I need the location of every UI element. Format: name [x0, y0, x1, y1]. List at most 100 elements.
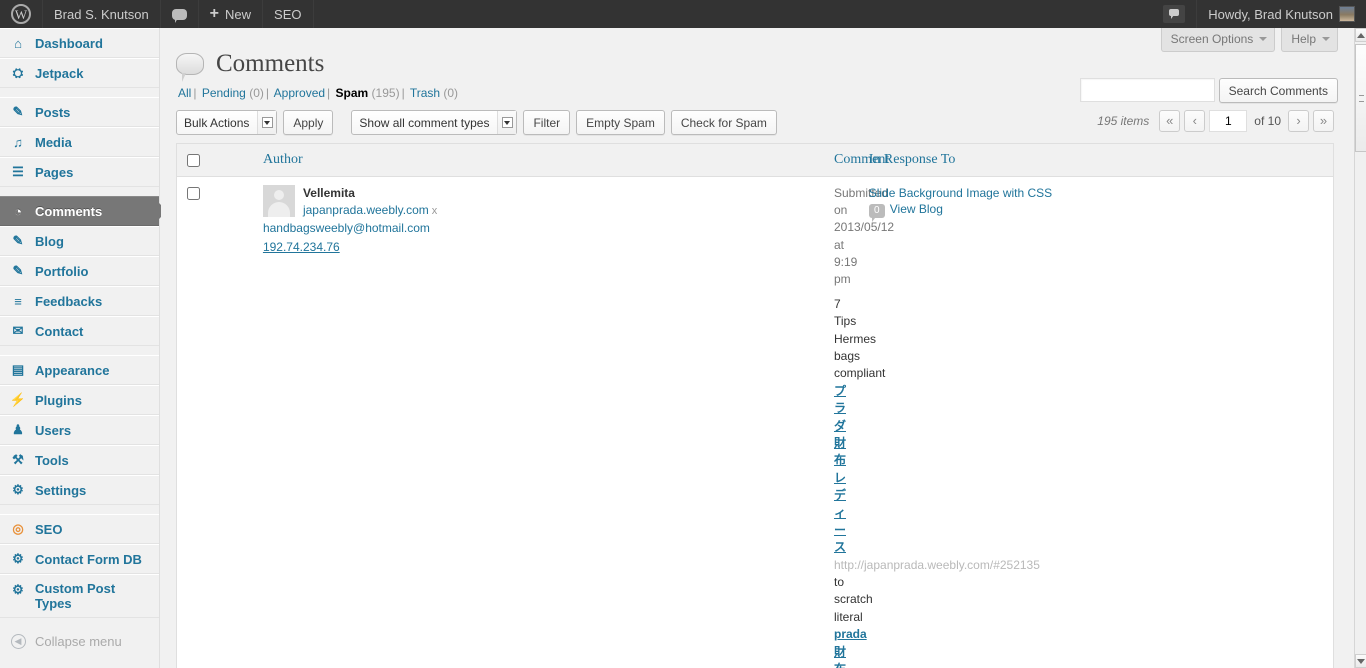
filter-link-spam[interactable]: Spam: [336, 86, 369, 100]
portfolio-pin-icon: ✎: [12, 263, 24, 278]
sidebar-item-jetpack[interactable]: ⛭ Jetpack: [0, 58, 159, 88]
select-all-checkbox[interactable]: [187, 153, 200, 167]
sidebar-item-tools[interactable]: ⚒ Tools: [0, 445, 159, 475]
gear-icon: ⚙: [12, 582, 24, 597]
comment-moderation-icon: [1163, 5, 1186, 23]
search-comments-button[interactable]: Search Comments: [1218, 78, 1338, 103]
collapse-menu-button[interactable]: ◀ Collapse menu: [0, 626, 159, 656]
wp-logo-menu[interactable]: W: [0, 0, 43, 28]
check-for-spam-button[interactable]: Check for Spam: [670, 110, 777, 135]
row-select-cell: [177, 176, 256, 668]
main-content-wrap: Screen Options Help Comments All | Pendin…: [161, 28, 1354, 668]
search-input[interactable]: [1079, 78, 1215, 102]
sidebar-item-label: Portfolio: [35, 263, 89, 279]
search-box: Search Comments: [1079, 78, 1338, 103]
settings-icon: ⚙: [12, 482, 24, 497]
scrollbar-up-button[interactable]: [1355, 28, 1366, 42]
table-header-row: Author Comment In Response To: [176, 143, 1334, 177]
sidebar-item-custom-post-types[interactable]: ⚙ Custom Post Types: [0, 574, 159, 618]
column-header-author[interactable]: Author: [255, 143, 827, 177]
howdy-label: Howdy, Brad Knutson: [1208, 6, 1333, 22]
comment-link[interactable]: http://japanprada.weebly.com/#252135: [834, 558, 1040, 572]
last-page-button[interactable]: »: [1313, 109, 1334, 132]
spam-count: (195): [371, 85, 400, 100]
chevron-down-icon: [1322, 37, 1330, 41]
sidebar-item-comments[interactable]: ◔ Comments: [0, 196, 167, 226]
empty-spam-button[interactable]: Empty Spam: [576, 110, 665, 135]
author-ip-link[interactable]: 192.74.234.76: [263, 237, 820, 256]
response-post-link[interactable]: Slide Background Image with CSS: [869, 185, 1326, 201]
adminbar-new-content[interactable]: + New: [199, 0, 264, 28]
table-body: Vellemita japanprada.weebly.com x handbagsw…: [177, 176, 1334, 668]
comment-link[interactable]: プラダ 財布 レディース: [834, 384, 846, 555]
adminbar-moderation-flag[interactable]: [1152, 0, 1198, 28]
comment-bubble-icon: [176, 52, 204, 82]
column-header-comment[interactable]: Comment: [826, 143, 889, 177]
sidebar-item-feedbacks[interactable]: ≡ Feedbacks: [0, 286, 159, 316]
sidebar-item-posts[interactable]: ✎ Posts: [0, 97, 159, 127]
trash-count: (0): [443, 85, 459, 100]
sidebar-item-portfolio[interactable]: ✎ Portfolio: [0, 256, 159, 286]
current-page-input[interactable]: [1209, 109, 1248, 132]
collapse-menu-label: Collapse menu: [35, 633, 122, 649]
page-title-text: Comments: [216, 50, 325, 77]
sidebar-item-appearance[interactable]: ▤ Appearance: [0, 355, 159, 385]
sidebar-item-label: Tools: [35, 452, 69, 468]
sidebar-item-label: Jetpack: [35, 65, 84, 81]
filter-link-pending[interactable]: Pending: [202, 86, 246, 100]
author-unlink-button[interactable]: x: [429, 205, 438, 217]
sidebar-item-dashboard[interactable]: ⌂ Dashboard: [0, 28, 159, 58]
pages-icon: ☰: [12, 164, 24, 179]
first-page-button[interactable]: «: [1159, 109, 1181, 132]
sidebar-item-blog[interactable]: ✎ Blog: [0, 226, 159, 256]
chevron-down-icon: [257, 111, 277, 134]
feedbacks-icon: ≡: [14, 293, 22, 309]
author-email-link[interactable]: handbagsweebly@hotmail.com: [263, 220, 820, 237]
apply-button[interactable]: Apply: [283, 110, 334, 135]
sidebar-item-seo[interactable]: ◎ SEO: [0, 514, 159, 544]
post-comment-count-badge: 0: [868, 204, 885, 223]
sidebar-item-pages[interactable]: ☰ Pages: [0, 157, 159, 187]
column-header-response[interactable]: In Response To: [861, 143, 1334, 177]
scrollbar-thumb[interactable]: [1355, 44, 1366, 152]
sidebar-item-contact-form-db[interactable]: ⚙ Contact Form DB: [0, 544, 159, 574]
plugins-icon: ⚡: [9, 392, 27, 407]
comment-type-select[interactable]: Show all comment types: [351, 110, 518, 135]
view-blog-link[interactable]: View Blog: [890, 202, 943, 216]
appearance-icon: ▤: [11, 362, 25, 377]
sidebar-item-users[interactable]: ♟ Users: [0, 415, 159, 445]
sidebar-item-contact[interactable]: ✉ Contact: [0, 316, 159, 346]
scrollbar-down-button[interactable]: [1355, 654, 1366, 668]
table-head: Author Comment In Response To: [176, 143, 1334, 177]
sidebar-item-settings[interactable]: ⚙ Settings: [0, 475, 159, 505]
site-name-label: Brad S. Knutson: [54, 6, 149, 22]
adminbar-comments-link[interactable]: [161, 0, 199, 28]
sidebar-item-media[interactable]: ♫ Media: [0, 127, 159, 157]
screen-options-label: Screen Options: [1170, 32, 1254, 46]
bulk-actions-label: Bulk Actions: [184, 115, 250, 130]
dashboard-icon: ⌂: [14, 35, 22, 51]
site-name-menu[interactable]: Brad S. Knutson: [43, 0, 161, 28]
blog-pin-icon: ✎: [12, 233, 24, 248]
sidebar-item-label: Plugins: [35, 392, 82, 408]
adminbar-my-account[interactable]: Howdy, Brad Knutson: [1197, 0, 1366, 28]
filter-button[interactable]: Filter: [523, 110, 571, 135]
page-scrollbar[interactable]: [1354, 28, 1366, 668]
help-button[interactable]: Help: [1281, 28, 1338, 52]
screen-options-button[interactable]: Screen Options: [1160, 28, 1276, 52]
filter-link-approved[interactable]: Approved: [274, 86, 325, 100]
sidebar-item-label: Custom Post Types: [35, 581, 116, 611]
filter-link-trash[interactable]: Trash: [410, 86, 440, 100]
author-url-link[interactable]: japanprada.weebly.com: [303, 203, 429, 217]
sidebar-item-plugins[interactable]: ⚡ Plugins: [0, 385, 159, 415]
filter-link-all[interactable]: All: [178, 86, 191, 100]
adminbar-seo-menu[interactable]: SEO: [263, 0, 314, 28]
comment-bubble-icon: [171, 8, 187, 23]
row-select-checkbox[interactable]: [187, 186, 200, 200]
sidebar-item-label: Contact: [35, 323, 84, 339]
bulk-actions-select[interactable]: Bulk Actions: [176, 110, 278, 135]
next-page-button[interactable]: ›: [1288, 109, 1309, 132]
prev-page-button[interactable]: ‹: [1184, 109, 1206, 132]
comment-cell: Submitted on 2013/05/12 at 9:19 pm 7 Tips…: [827, 176, 1040, 668]
comments-page: Screen Options Help Comments All | Pendin…: [161, 28, 1354, 668]
